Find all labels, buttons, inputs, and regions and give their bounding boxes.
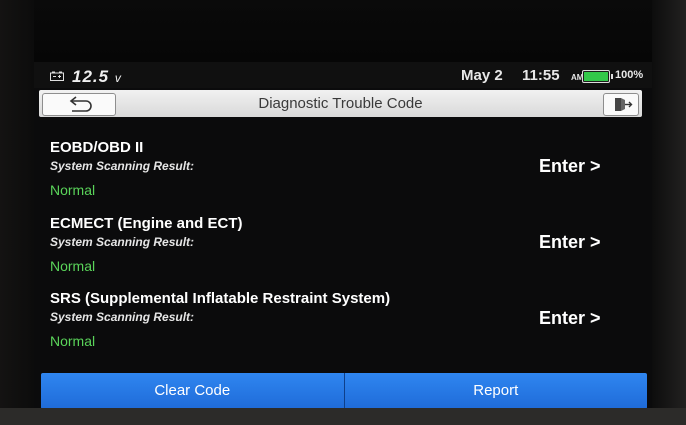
exit-icon — [615, 98, 633, 111]
device-bezel-left — [0, 0, 34, 425]
page-title: Diagnostic Trouble Code — [258, 95, 423, 112]
status-date: May 2 — [461, 67, 503, 84]
system-row-srs: SRS (Supplemental Inflatable Restraint S… — [34, 290, 652, 366]
system-status: Normal — [50, 258, 96, 274]
enter-button-ecmect[interactable]: Enter > — [539, 232, 601, 253]
battery-percent: 100% — [615, 69, 644, 81]
system-subtitle: System Scanning Result: — [50, 310, 195, 324]
clear-code-button[interactable]: Clear Code — [41, 373, 345, 408]
system-name: ECMECT (Engine and ECT) — [50, 215, 243, 232]
car-battery-icon — [50, 71, 64, 81]
device-bezel-bottom — [0, 408, 686, 425]
system-row-eobd: EOBD/OBD II System Scanning Result: Norm… — [34, 139, 652, 215]
report-button[interactable]: Report — [344, 373, 647, 408]
system-status: Normal — [50, 182, 96, 198]
enter-button-srs[interactable]: Enter > — [539, 308, 601, 329]
system-name: SRS (Supplemental Inflatable Restraint S… — [50, 290, 391, 307]
system-row-ecmect: ECMECT (Engine and ECT) System Scanning … — [34, 215, 652, 291]
voltage-readout: 12.5 v — [72, 67, 122, 86]
device-bezel-right — [652, 0, 686, 425]
system-subtitle: System Scanning Result: — [50, 235, 195, 249]
title-bar: Diagnostic Trouble Code — [39, 90, 642, 117]
exit-button[interactable] — [603, 93, 639, 116]
system-status: Normal — [50, 333, 96, 349]
enter-button-eobd[interactable]: Enter > — [539, 156, 601, 177]
status-bar: 12.5 v May 2 11:55 AM 100% — [34, 62, 652, 88]
system-name: EOBD/OBD II — [50, 139, 144, 156]
system-subtitle: System Scanning Result: — [50, 159, 195, 173]
bottom-action-bar: Clear Code Report — [41, 373, 647, 408]
status-time: 11:55 — [522, 67, 560, 84]
device-screen: 12.5 v May 2 11:55 AM 100% Diagnostic Tr… — [34, 62, 652, 408]
battery-icon — [582, 70, 613, 83]
device-bezel-top — [0, 0, 686, 62]
